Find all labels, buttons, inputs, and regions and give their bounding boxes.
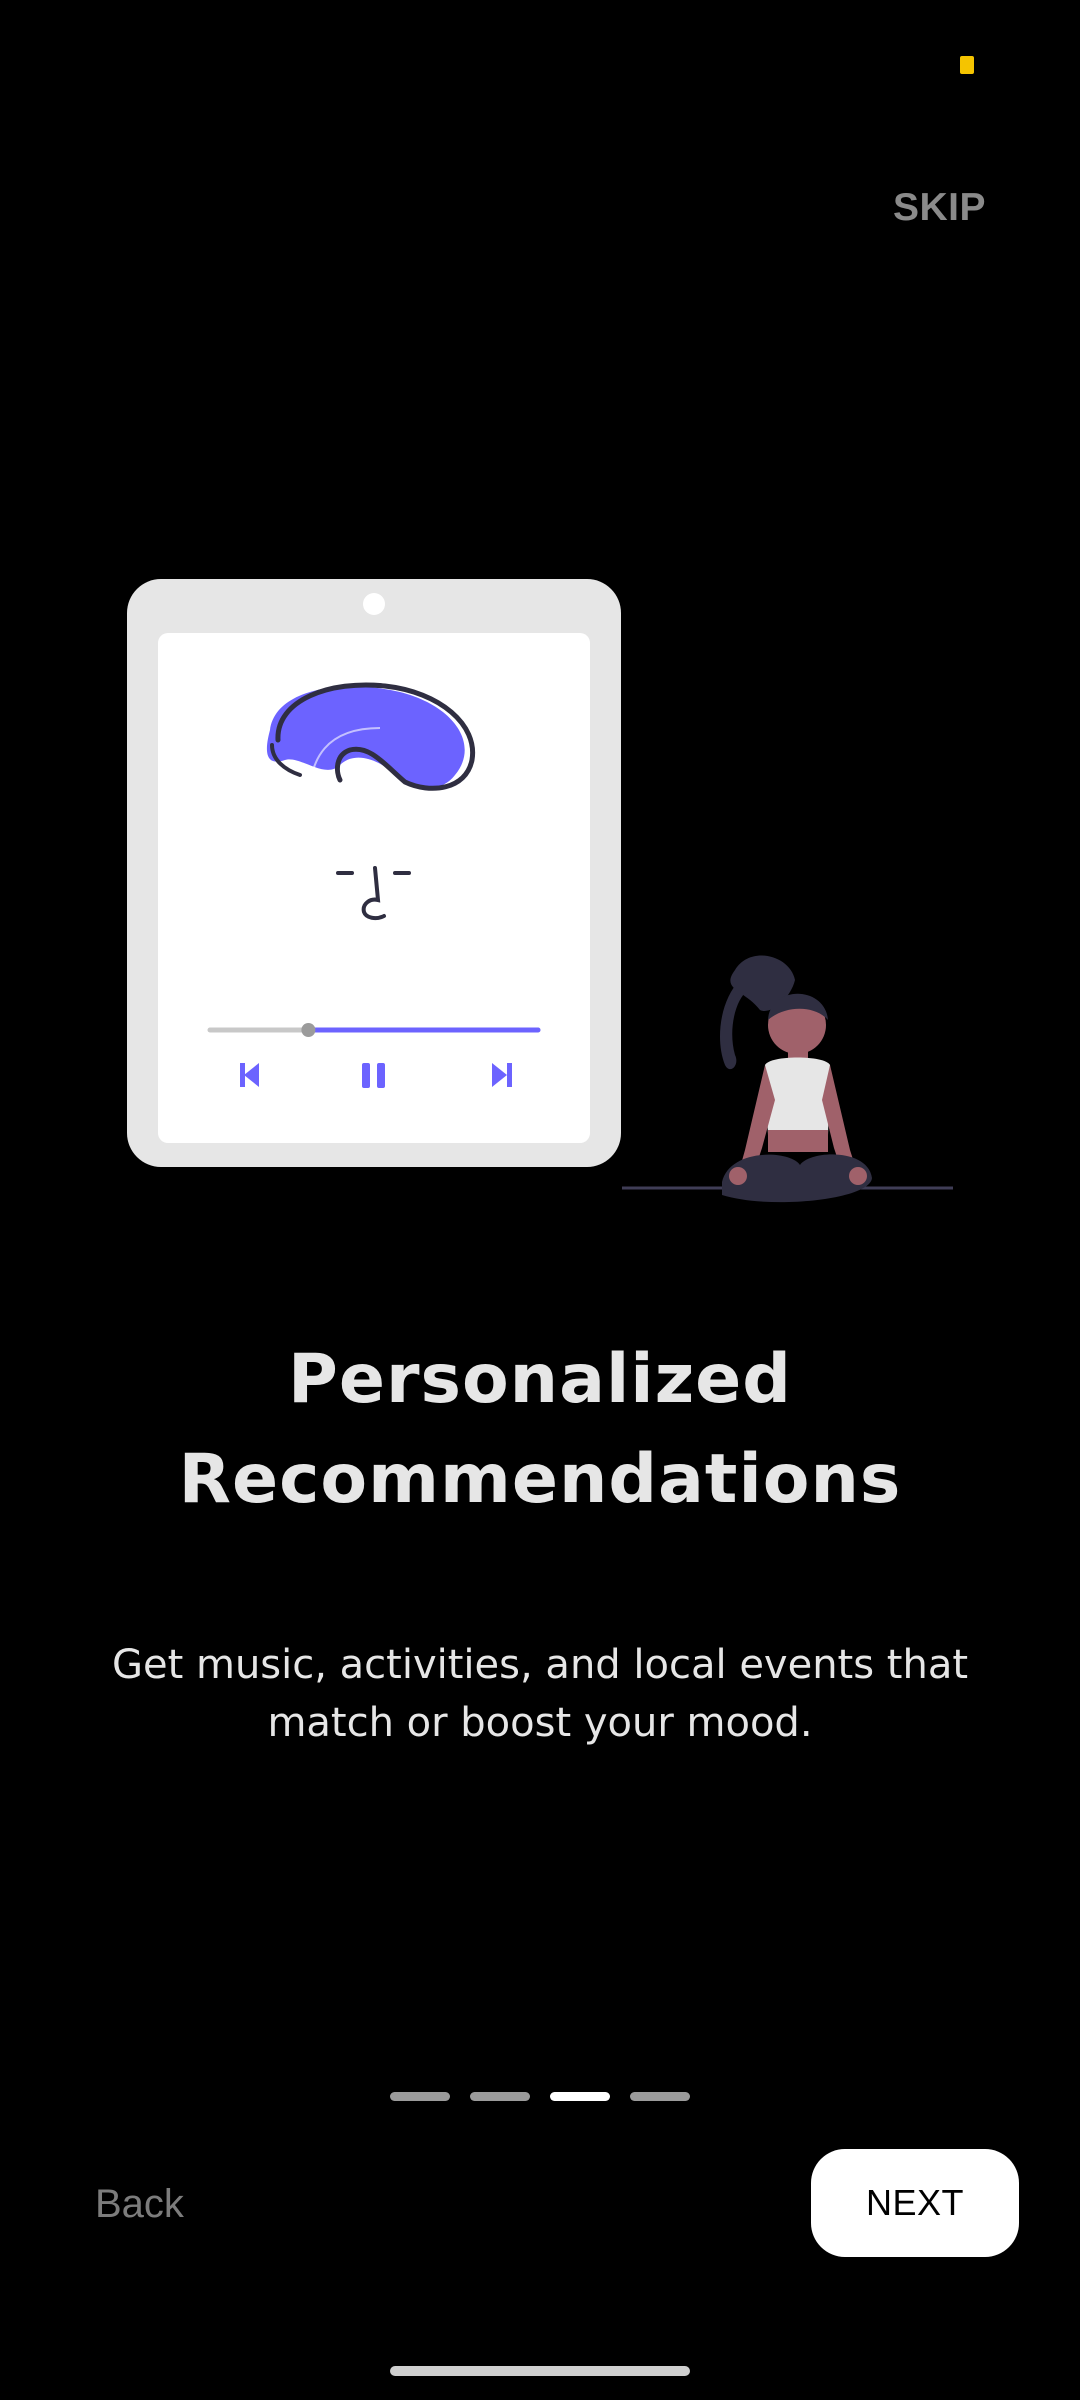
- description-line-1: Get music, activities, and local events …: [111, 1642, 969, 1688]
- title-line-1: Personalized: [288, 1340, 792, 1419]
- page-title: Personalized Recommendations: [0, 1330, 1080, 1530]
- page-dot-4: [630, 2092, 690, 2101]
- page-dot-3: [550, 2092, 610, 2101]
- page-dot-2: [470, 2092, 530, 2101]
- gesture-navigation-bar[interactable]: [390, 2366, 690, 2376]
- description-line-2: match or boost your mood.: [267, 1700, 813, 1746]
- seek-handle: [301, 1023, 316, 1037]
- page-dot-1: [390, 2092, 450, 2101]
- title-line-2: Recommendations: [178, 1440, 902, 1519]
- onboarding-illustration: [127, 579, 953, 1203]
- skip-button[interactable]: SKIP: [893, 186, 986, 230]
- back-button[interactable]: Back: [95, 2182, 184, 2227]
- status-indicator-icon: [960, 56, 974, 74]
- page-indicator: [390, 2092, 690, 2102]
- page-description: Get music, activities, and local events …: [110, 1636, 970, 1752]
- meditating-woman-illustration: [720, 955, 872, 1203]
- tablet-camera: [363, 593, 385, 615]
- next-button[interactable]: NEXT: [811, 2149, 1019, 2257]
